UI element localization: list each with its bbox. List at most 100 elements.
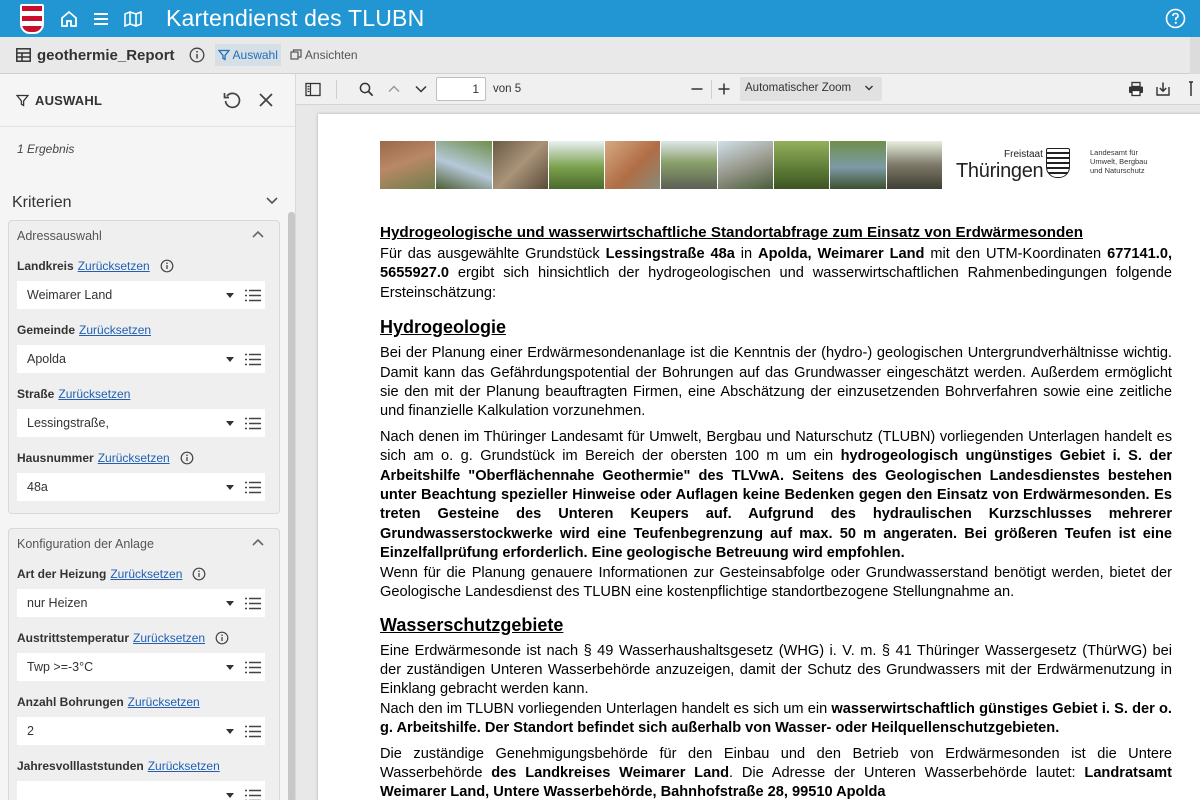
home-icon[interactable] [58,8,80,30]
field-label-hausnummer: Hausnummer Zurücksetzen [9,447,279,469]
logo-line: Landesamt für [1090,148,1138,157]
photo [886,141,942,189]
section-header[interactable]: Adressauswahl [9,221,279,251]
list-icon[interactable] [241,281,265,309]
gemeinde-select[interactable]: Apolda [17,345,241,373]
sidebar-scrollbar[interactable] [286,212,295,800]
criteria-header[interactable]: Kriterien [0,183,295,223]
document-title: Hydrogeologische und wasserwirtschaftlic… [380,224,1083,241]
divider [711,80,712,99]
reset-link[interactable]: Zurücksetzen [133,631,205,645]
list-icon[interactable] [241,409,265,437]
list-icon[interactable] [241,589,265,617]
info-icon[interactable] [160,259,174,273]
list-icon[interactable] [241,653,265,681]
zoom-in-icon[interactable] [717,82,731,96]
austrittstemperatur-select[interactable]: Twp >=-3°C [17,653,241,681]
chevron-down-icon [865,85,873,91]
close-icon[interactable] [257,91,275,109]
strasse-select[interactable]: Lessingstraße, [17,409,241,437]
photo [774,141,831,189]
print-icon[interactable] [1128,81,1144,97]
tools-icon[interactable] [1185,81,1197,97]
section-header[interactable]: Konfiguration der Anlage [9,529,279,559]
download-icon[interactable] [1155,81,1171,97]
header-photo-banner [380,141,942,189]
select-row: Lessingstraße, [17,409,271,437]
page-number-input[interactable]: 1 [436,77,486,101]
heading-wasserschutzgebiete: Wasserschutzgebiete [380,614,564,635]
thuringia-crest-logo [20,3,44,34]
photo [380,141,437,189]
scrollbar-thumb[interactable] [288,212,295,800]
reset-link[interactable]: Zurücksetzen [78,259,150,273]
section-adressauswahl: Adressauswahl Landkreis Zurücksetzen Wei… [8,220,280,514]
photo [492,141,549,189]
search-icon[interactable] [359,82,374,97]
filter-icon [217,49,230,61]
text: in [734,246,759,262]
info-icon[interactable] [189,47,205,63]
select-row: Apolda [17,345,271,373]
text: . Die Adresse der Unteren Wasserbehörde … [729,764,1085,781]
info-icon[interactable] [192,567,206,581]
volllaststunden-select[interactable] [17,781,241,800]
list-icon[interactable] [241,473,265,501]
chevron-up-icon[interactable] [387,82,401,96]
zoom-select[interactable]: Automatischer Zoom [740,77,882,101]
list-icon[interactable] [241,717,265,745]
zoom-value: Automatischer Zoom [745,82,852,94]
scrollbar[interactable] [1190,37,1200,74]
reset-link[interactable]: Zurücksetzen [58,387,130,401]
help-icon[interactable] [1165,8,1186,29]
wasser-paragraph-3: Die zuständige Genehmigungsbehörde für d… [380,745,1172,800]
ansichten-button[interactable]: Ansichten [287,44,361,66]
text: Für das ausgewählte Grundstück [380,246,606,262]
pdf-toolbar: 1 von 5 Automatischer Zoom [296,74,1200,105]
zoom-out-icon[interactable] [690,82,704,96]
report-title: geothermie_Report [37,46,175,64]
sidebar-toggle-icon[interactable] [305,82,321,97]
heading-hydrogeologie: Hydrogeologie [380,317,507,338]
heizung-select[interactable]: nur Heizen [17,589,241,617]
chevron-down-icon[interactable] [414,82,428,96]
field-label-text: Landkreis [17,259,74,273]
select-value: Weimarer Land [27,288,113,302]
reset-link[interactable]: Zurücksetzen [128,695,200,709]
menu-icon[interactable] [90,8,112,30]
result-count: 1 Ergebnis [17,142,75,156]
auswahl-button[interactable]: Auswahl [214,44,281,66]
field-label-text: Gemeinde [17,323,76,337]
reset-icon[interactable] [222,90,242,110]
sidebar-header: AUSWAHL [0,74,295,126]
caret-down-icon [226,601,234,606]
chevron-down-icon [266,197,278,205]
reset-link[interactable]: Zurücksetzen [98,451,170,465]
landkreis-select[interactable]: Weimarer Land [17,281,241,309]
select-value: Lessingstraße, [27,416,109,430]
field-label-strasse: Straße Zurücksetzen [9,383,279,405]
map-icon[interactable] [122,8,144,30]
reset-link[interactable]: Zurücksetzen [79,323,151,337]
reset-link[interactable]: Zurücksetzen [110,567,182,581]
logo-line: und Naturschutz [1090,166,1145,175]
reset-link[interactable]: Zurücksetzen [148,759,220,773]
list-icon[interactable] [241,345,265,373]
info-icon[interactable] [215,631,229,645]
auswahl-label: Auswahl [232,48,278,62]
field-label-text: Art der Heizung [17,567,107,581]
photo [436,141,493,189]
filter-sidebar: AUSWAHL 1 Ergebnis Kriterien Adressauswa… [0,74,296,800]
bohrungen-select[interactable]: 2 [17,717,241,745]
select-value: 2 [27,724,34,738]
list-icon[interactable] [241,781,265,800]
coat-of-arms-icon [1046,148,1070,178]
section-title: Adressauswahl [17,229,102,243]
text: ergibt sich hinsichtlich der hydrogeolog… [380,265,1172,301]
pdf-viewer[interactable]: Freistaat Thüringen Landesamt für Umwelt… [296,105,1200,800]
caret-down-icon [226,793,234,798]
field-label-text: Jahresvolllaststunden [17,759,144,773]
info-icon[interactable] [180,451,194,465]
hausnummer-select[interactable]: 48a [17,473,241,501]
select-value: Twp >=-3°C [27,660,94,674]
